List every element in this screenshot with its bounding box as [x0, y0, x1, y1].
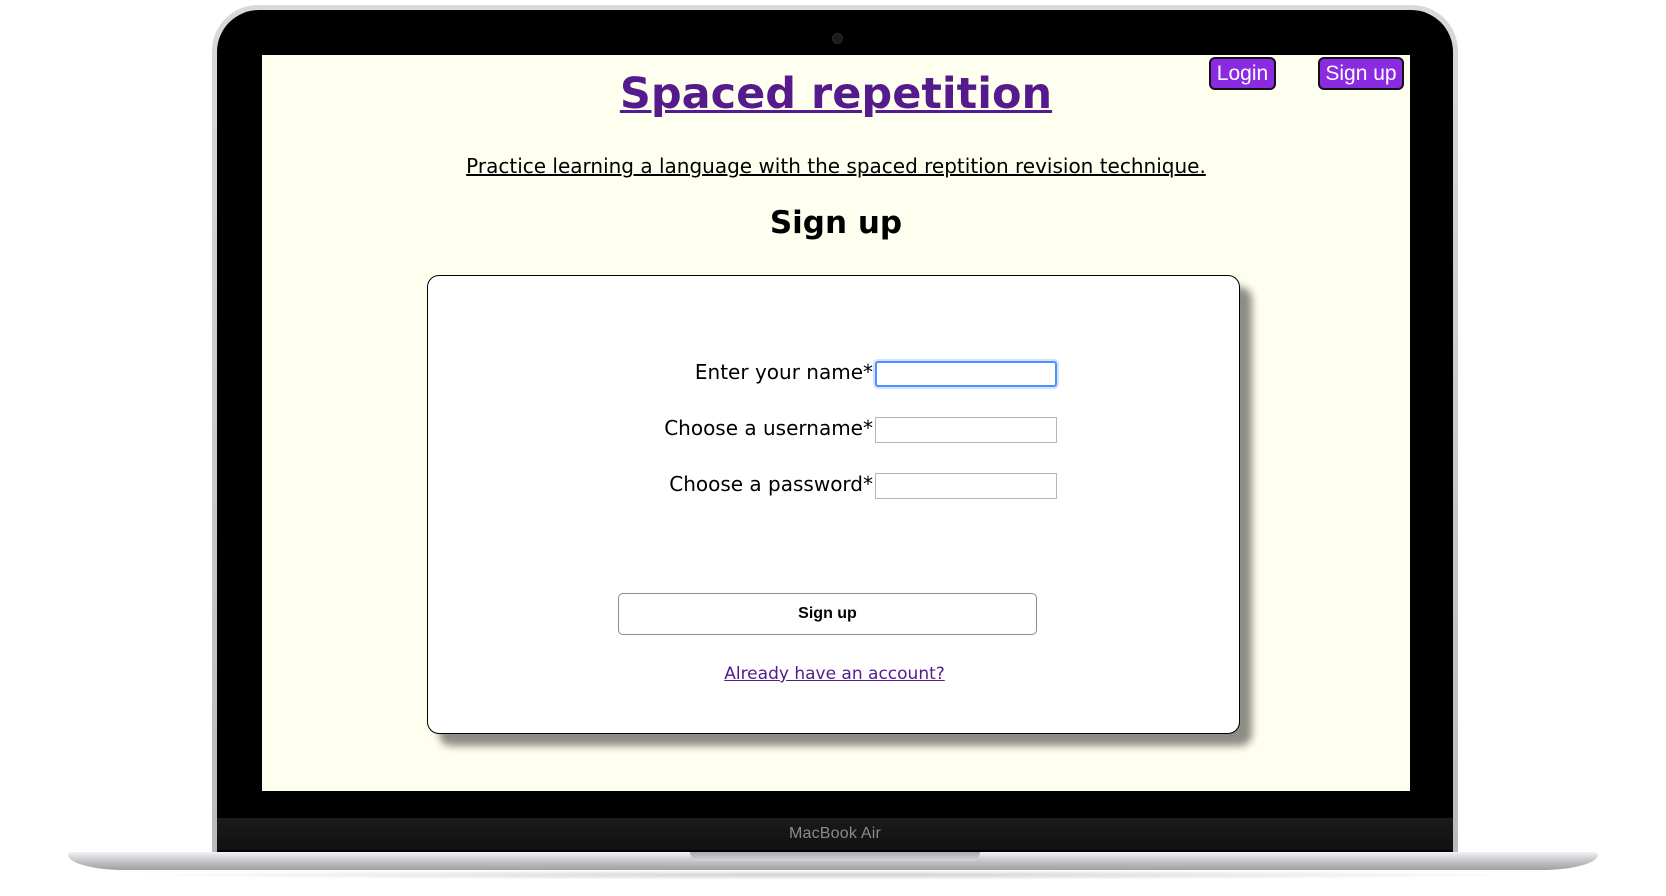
page-heading: Sign up: [769, 205, 903, 241]
laptop-shadow: [110, 870, 1556, 880]
name-field-row: Enter your name*: [428, 359, 1241, 389]
password-field-row: Choose a password*: [428, 471, 1241, 501]
already-have-account-link[interactable]: Already have an account?: [428, 664, 1241, 684]
username-field-row: Choose a username*: [428, 415, 1241, 445]
laptop-notch: [690, 852, 980, 861]
name-input[interactable]: [875, 361, 1057, 387]
username-input[interactable]: [875, 417, 1057, 443]
name-field-label: Enter your name*: [694, 360, 873, 384]
username-field-label: Choose a username*: [664, 416, 873, 440]
password-input[interactable]: [875, 473, 1057, 499]
password-field-label: Choose a password*: [669, 472, 873, 496]
signup-submit-button[interactable]: Sign up: [618, 593, 1037, 635]
signup-form-card: Enter your name* Choose a username* Choo…: [427, 275, 1240, 734]
browser-viewport: Login Sign up Spaced repetition Practice…: [262, 55, 1410, 791]
site-title-link[interactable]: Spaced repetition: [262, 69, 1410, 119]
device-brand-label: MacBook Air: [788, 825, 881, 842]
site-tagline: Practice learning a language with the sp…: [466, 154, 1206, 178]
camera-icon: [832, 33, 843, 44]
